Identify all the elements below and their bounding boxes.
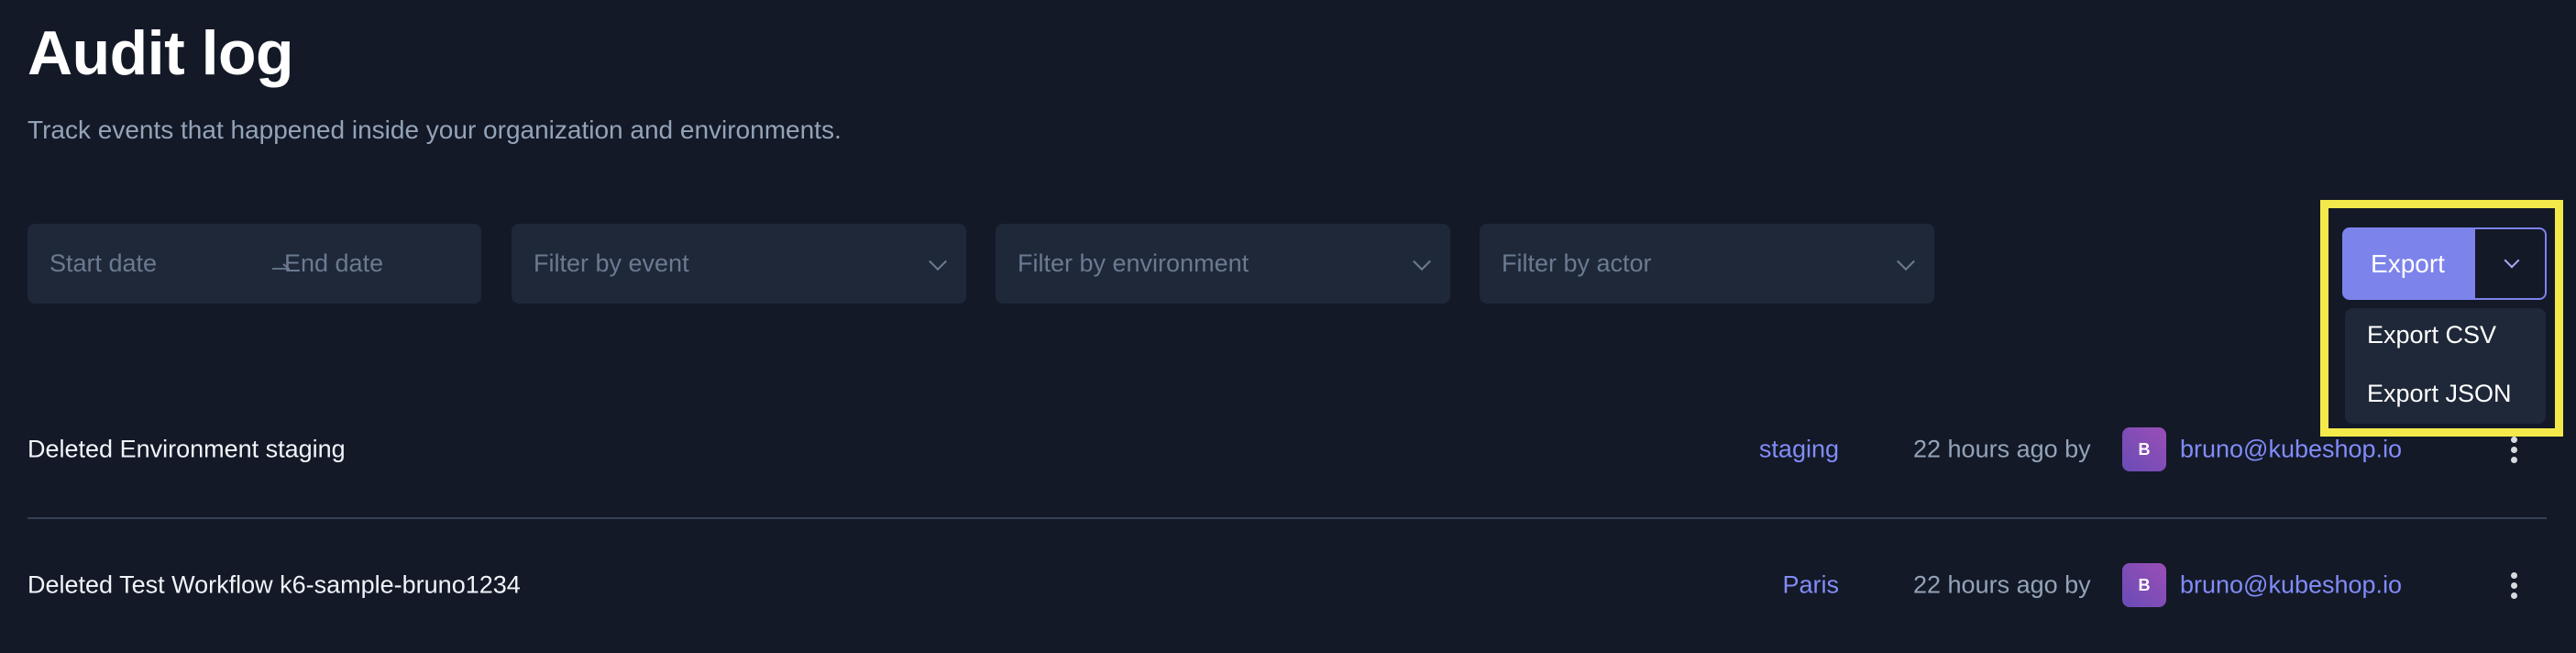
filter-by-actor-placeholder: Filter by actor <box>1502 249 1652 277</box>
start-date-input[interactable]: Start date <box>50 249 157 278</box>
filter-by-event-placeholder: Filter by event <box>534 249 689 277</box>
chevron-down-icon <box>1413 251 1431 271</box>
event-time: 22 hours ago by <box>1913 435 2091 463</box>
actor-email-link[interactable]: bruno@kubeshop.io <box>2180 571 2402 600</box>
avatar: B <box>2122 427 2166 471</box>
chevron-down-icon <box>1897 251 1915 271</box>
date-range-picker[interactable]: Start date End date <box>28 224 481 304</box>
chevron-down-icon <box>929 251 947 271</box>
filter-by-actor-select[interactable]: Filter by actor <box>1480 224 1934 304</box>
export-csv-menu-item[interactable]: Export CSV <box>2367 321 2496 349</box>
audit-log-page: Audit log Track events that happened ins… <box>0 0 2576 653</box>
export-button[interactable]: Export <box>2342 227 2473 300</box>
chevron-down-icon <box>2504 252 2520 269</box>
environment-link[interactable]: Paris <box>1782 571 1839 600</box>
export-dropdown-toggle[interactable] <box>2473 227 2547 300</box>
event-description: Deleted Environment staging <box>28 435 346 463</box>
kebab-menu-icon[interactable] <box>2503 567 2526 603</box>
page-subtitle: Track events that happened inside your o… <box>28 116 842 144</box>
filter-by-environment-select[interactable]: Filter by environment <box>996 224 1450 304</box>
audit-event-row: Deleted Test Workflow k6-sample-bruno123… <box>28 517 2547 653</box>
page-title: Audit log <box>28 18 294 88</box>
avatar: B <box>2122 563 2166 607</box>
event-time: 22 hours ago by <box>1913 570 2091 599</box>
event-description: Deleted Test Workflow k6-sample-bruno123… <box>28 570 521 599</box>
audit-event-row: Deleted Environment staging staging 22 h… <box>28 382 2547 517</box>
end-date-input[interactable]: End date <box>284 249 383 278</box>
filter-by-event-select[interactable]: Filter by event <box>512 224 966 304</box>
kebab-menu-icon[interactable] <box>2503 431 2526 468</box>
filter-by-environment-placeholder: Filter by environment <box>1018 249 1249 277</box>
environment-link[interactable]: staging <box>1759 436 1839 464</box>
actor-email-link[interactable]: bruno@kubeshop.io <box>2180 436 2402 464</box>
